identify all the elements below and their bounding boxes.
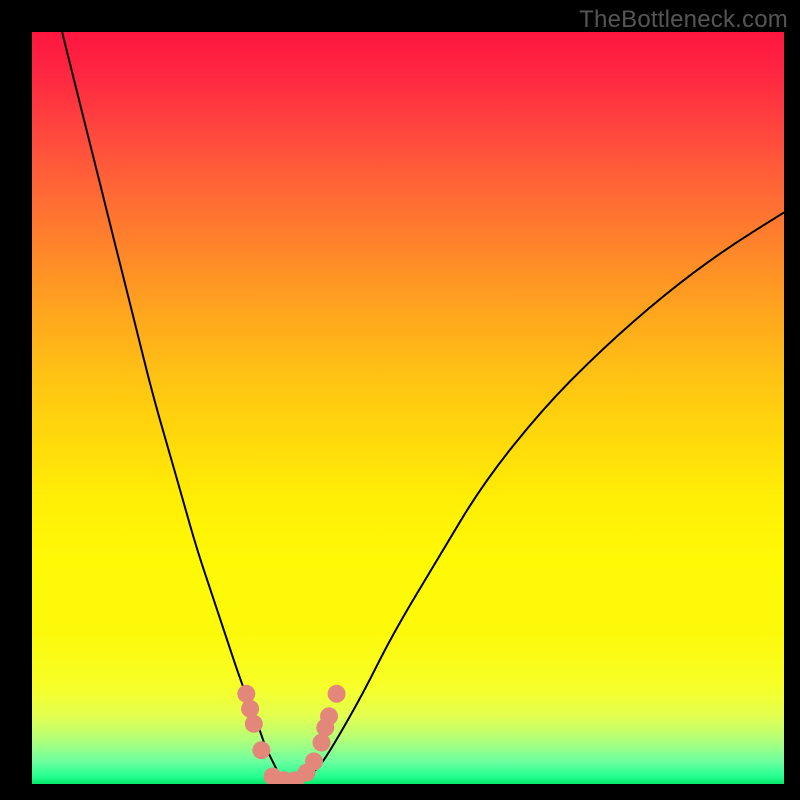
bottleneck-curve xyxy=(62,32,784,784)
curve-marker xyxy=(320,707,338,725)
curve-marker xyxy=(237,685,255,703)
curve-marker xyxy=(241,700,259,718)
curve-marker xyxy=(305,752,323,770)
plot-area xyxy=(32,32,784,784)
watermark-text: TheBottleneck.com xyxy=(579,6,788,34)
outer-frame: TheBottleneck.com xyxy=(0,0,800,800)
marker-group xyxy=(237,685,345,784)
curve-marker xyxy=(252,741,270,759)
curve-marker xyxy=(245,715,263,733)
chart-svg xyxy=(32,32,784,784)
curve-marker xyxy=(328,685,346,703)
curve-marker xyxy=(313,734,331,752)
